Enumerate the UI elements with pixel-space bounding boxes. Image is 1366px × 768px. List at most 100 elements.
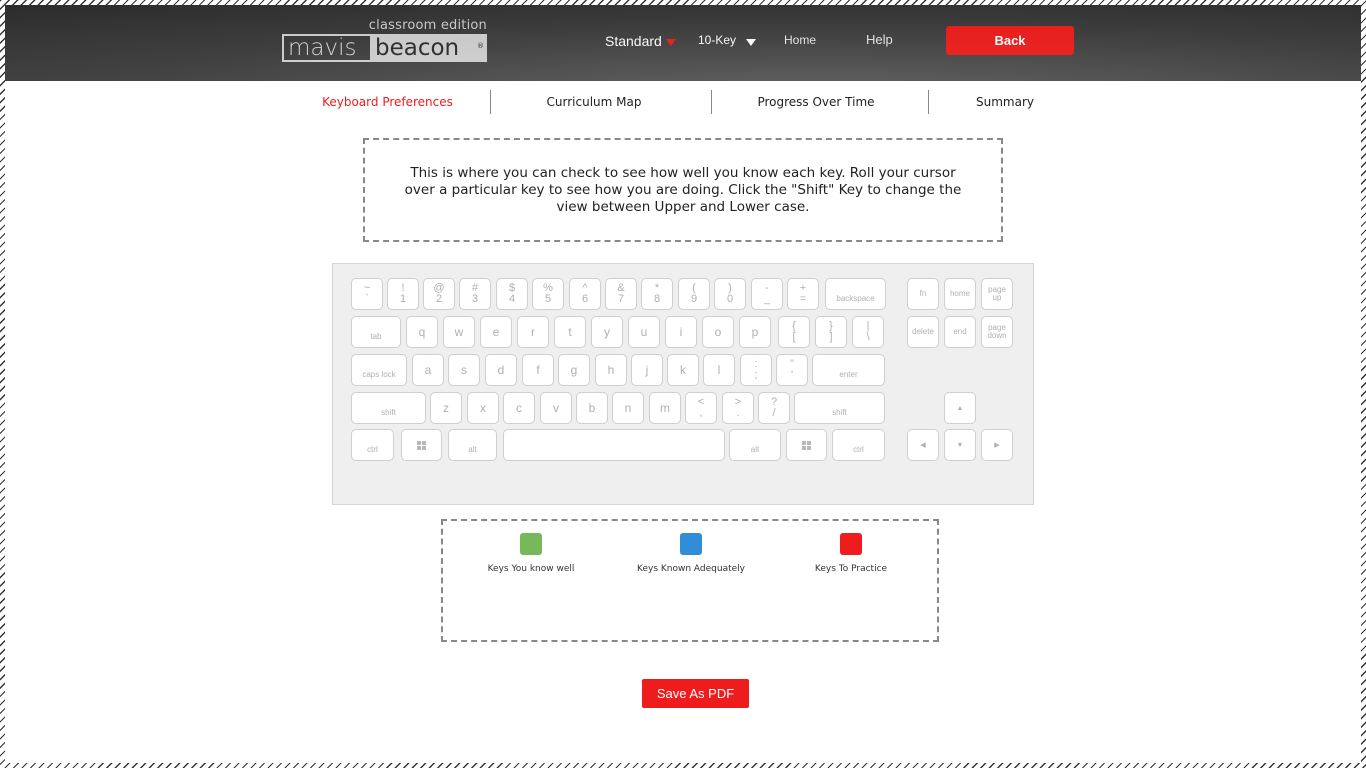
key-x[interactable]: x xyxy=(467,392,499,424)
key-right-ctrl[interactable]: ctrl xyxy=(832,429,885,461)
key-p[interactable]: p xyxy=(739,316,771,348)
key-left-bracket[interactable]: {[ xyxy=(778,316,810,348)
key-m[interactable]: m xyxy=(649,392,681,424)
key-char: _ xyxy=(763,293,771,305)
key-backtick[interactable]: ~ ` xyxy=(351,278,383,310)
key-k[interactable]: k xyxy=(667,354,699,386)
key-char: i xyxy=(679,324,683,339)
key-o[interactable]: o xyxy=(702,316,734,348)
key-j[interactable]: j xyxy=(631,354,663,386)
tab-keyboard-preferences[interactable]: Keyboard Preferences xyxy=(300,90,475,114)
key-quote[interactable]: " ' xyxy=(776,354,808,386)
key-0[interactable]: ) 0 xyxy=(714,278,746,310)
key-2[interactable]: @2 xyxy=(423,278,455,310)
key-q[interactable]: q xyxy=(406,316,438,348)
key-arrow-down[interactable]: ▼ xyxy=(944,429,976,461)
key-spacebar[interactable] xyxy=(503,429,725,461)
key-page-up[interactable]: page up xyxy=(981,278,1013,310)
key-8[interactable]: * 8 xyxy=(641,278,673,310)
key-right-alt[interactable]: alt xyxy=(729,429,781,461)
key-n[interactable]: n xyxy=(612,392,644,424)
key-a[interactable]: a xyxy=(412,354,444,386)
standard-dropdown[interactable]: Standard xyxy=(605,33,676,49)
key-backslash[interactable]: | \ xyxy=(852,316,884,348)
key-e[interactable]: e xyxy=(480,316,512,348)
key-period[interactable]: >. xyxy=(722,392,754,424)
key-arrow-right[interactable]: ▶ xyxy=(981,429,1013,461)
key-b[interactable]: b xyxy=(576,392,608,424)
key-comma[interactable]: <, xyxy=(685,392,717,424)
key-left-windows[interactable] xyxy=(401,429,442,461)
key-l[interactable]: l xyxy=(703,354,735,386)
key-g[interactable]: g xyxy=(558,354,590,386)
key-r[interactable]: r xyxy=(517,316,549,348)
key-4[interactable]: $4 xyxy=(496,278,528,310)
key-minus[interactable]: - _ xyxy=(751,278,783,310)
key-i[interactable]: i xyxy=(665,316,697,348)
logo-beacon-text: beacon xyxy=(375,35,460,61)
key-slash[interactable]: ? / xyxy=(758,392,790,424)
tenkey-label: 10-Key xyxy=(698,33,737,47)
save-as-pdf-button[interactable]: Save As PDF xyxy=(642,679,749,708)
key-z[interactable]: z xyxy=(430,392,462,424)
mavis-beacon-logo[interactable]: classroom edition mavis beacon ® xyxy=(282,19,487,63)
key-right-shift[interactable]: shift xyxy=(794,392,885,424)
key-1[interactable]: ! 1 xyxy=(387,278,419,310)
tab-progress-over-time[interactable]: Progress Over Time xyxy=(720,90,912,114)
key-page-down[interactable]: page down xyxy=(981,316,1013,348)
key-right-windows[interactable] xyxy=(786,429,827,461)
key-left-shift[interactable]: shift xyxy=(351,392,426,424)
key-t[interactable]: t xyxy=(554,316,586,348)
key-label: ctrl xyxy=(853,445,864,454)
key-6[interactable]: ^ 6 xyxy=(569,278,601,310)
back-button[interactable]: Back xyxy=(946,26,1074,55)
key-caps-lock[interactable]: caps lock xyxy=(351,354,407,386)
key-char: r xyxy=(531,324,535,339)
key-c[interactable]: c xyxy=(503,392,535,424)
key-backspace[interactable]: backspace xyxy=(825,278,886,310)
caret-down-icon xyxy=(665,38,676,46)
key-char: d xyxy=(497,362,505,377)
key-label: tab xyxy=(370,332,382,341)
key-left-alt[interactable]: alt xyxy=(448,429,497,461)
key-w[interactable]: w xyxy=(443,316,475,348)
key-delete[interactable]: delete xyxy=(907,316,939,348)
key-char: f xyxy=(536,362,540,377)
key-u[interactable]: u xyxy=(628,316,660,348)
key-tab[interactable]: tab xyxy=(351,316,401,348)
key-equals[interactable]: + = xyxy=(787,278,819,310)
key-5[interactable]: % 5 xyxy=(532,278,564,310)
arrow-left-icon: ◀ xyxy=(920,441,926,449)
key-9[interactable]: (9 xyxy=(678,278,710,310)
key-y[interactable]: y xyxy=(591,316,623,348)
key-end[interactable]: end xyxy=(944,316,976,348)
key-v[interactable]: v xyxy=(540,392,572,424)
legend-label: Keys Known Adequately xyxy=(637,564,745,574)
tab-divider xyxy=(928,90,929,114)
key-arrow-up[interactable]: ▲ xyxy=(944,392,976,424)
key-3[interactable]: #3 xyxy=(459,278,491,310)
key-label: alt xyxy=(750,445,760,454)
key-char: 2 xyxy=(435,293,443,305)
key-semicolon[interactable]: :; xyxy=(740,354,772,386)
key-s[interactable]: s xyxy=(448,354,480,386)
key-right-bracket[interactable]: }] xyxy=(815,316,847,348)
tenkey-dropdown[interactable]: 10-Key xyxy=(698,33,757,47)
key-7[interactable]: & 7 xyxy=(605,278,637,310)
key-f[interactable]: f xyxy=(522,354,554,386)
key-label: page up xyxy=(988,285,1006,302)
key-char: ] xyxy=(829,331,833,343)
tab-curriculum-map[interactable]: Curriculum Map xyxy=(505,90,683,114)
home-link[interactable]: Home xyxy=(784,33,816,47)
key-enter[interactable]: enter xyxy=(812,354,885,386)
key-d[interactable]: d xyxy=(485,354,517,386)
key-h[interactable]: h xyxy=(595,354,627,386)
help-link[interactable]: Help xyxy=(866,32,893,47)
legend-box: Keys You know well Keys Known Adequately… xyxy=(441,519,939,642)
key-label: home xyxy=(949,289,970,298)
key-home[interactable]: home xyxy=(944,278,976,310)
key-left-ctrl[interactable]: ctrl xyxy=(351,429,394,461)
key-fn[interactable]: fn xyxy=(907,278,939,310)
key-arrow-left[interactable]: ◀ xyxy=(907,429,939,461)
tab-summary[interactable]: Summary xyxy=(945,90,1065,114)
